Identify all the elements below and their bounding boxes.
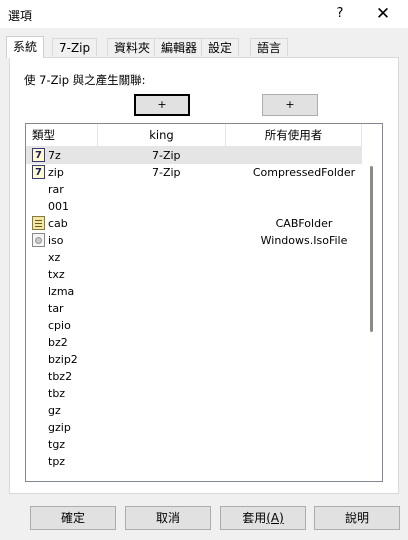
tab-language[interactable]: 語言 — [250, 38, 289, 56]
tab-folders[interactable]: 資料夾 — [107, 38, 158, 56]
7zip-archive-icon — [32, 147, 45, 164]
help-button[interactable]: 說明 — [314, 506, 400, 530]
7zip-archive-icon — [32, 164, 45, 181]
row-type: iso — [48, 234, 64, 247]
tab-settings[interactable]: 設定 — [201, 38, 240, 56]
list-row[interactable]: zip 7-Zip CompressedFolder — [26, 164, 363, 181]
list-row[interactable]: gz — [26, 402, 363, 419]
list-row[interactable]: lzma — [26, 283, 363, 300]
row-type: bz2 — [48, 336, 68, 349]
close-icon[interactable]: ✕ — [372, 4, 394, 24]
title-bar: 選項 ? ✕ — [0, 0, 408, 29]
list-row[interactable]: 001 — [26, 198, 363, 215]
row-type: bzip2 — [48, 353, 78, 366]
row-type: xz — [48, 251, 61, 264]
row-type: cab — [48, 217, 68, 230]
row-all-users: CompressedFolder — [252, 166, 356, 179]
list-row[interactable]: 7z 7-Zip — [26, 147, 363, 164]
row-type: gz — [48, 404, 61, 417]
row-type: cpio — [48, 319, 71, 332]
scrollbar-thumb[interactable] — [370, 166, 373, 332]
row-type: lzma — [48, 285, 75, 298]
associate-all-users-button[interactable]: + — [262, 94, 318, 116]
list-row[interactable]: tbz — [26, 385, 363, 402]
row-all-users: Windows.IsoFile — [260, 234, 348, 247]
column-header-type[interactable]: 類型 — [26, 124, 98, 146]
associate-current-user-button[interactable]: + — [134, 94, 190, 116]
row-type: zip — [48, 166, 64, 179]
row-type: 001 — [48, 200, 69, 213]
list-row[interactable]: iso Windows.IsoFile — [26, 232, 363, 249]
list-row[interactable]: tbz2 — [26, 368, 363, 385]
list-row[interactable]: cpio — [26, 317, 363, 334]
row-type: tgz — [48, 438, 66, 451]
list-row[interactable]: tpz — [26, 453, 363, 470]
ok-button[interactable]: 確定 — [30, 506, 116, 530]
list-row[interactable]: bz2 — [26, 334, 363, 351]
list-row[interactable]: gzip — [26, 419, 363, 436]
file-association-list[interactable]: 類型 king 所有使用者 7z 7-Zip zip 7-Zip Compres… — [25, 123, 383, 482]
apply-button[interactable]: 套用(A) — [220, 506, 306, 530]
help-icon[interactable]: ? — [330, 4, 350, 24]
list-row[interactable]: cab CABFolder — [26, 215, 363, 232]
cancel-button[interactable]: 取消 — [125, 506, 211, 530]
list-row[interactable]: xz — [26, 249, 363, 266]
vertical-scrollbar[interactable] — [362, 146, 382, 481]
list-row[interactable]: bzip2 — [26, 351, 363, 368]
list-header: 類型 king 所有使用者 — [26, 124, 382, 147]
row-king: 7-Zip — [152, 149, 181, 162]
row-all-users: CABFolder — [275, 217, 333, 230]
row-type: tbz2 — [48, 370, 73, 383]
list-row[interactable]: txz — [26, 266, 363, 283]
window-title: 選項 — [8, 9, 33, 23]
tab-7zip[interactable]: 7-Zip — [52, 38, 98, 56]
row-type: txz — [48, 268, 65, 281]
system-panel: 使 7-Zip 與之產生關聯: + + 類型 king 所有使用者 7z 7-Z… — [9, 57, 399, 494]
associate-label: 使 7-Zip 與之產生關聯: — [24, 73, 146, 87]
list-row[interactable]: tar — [26, 300, 363, 317]
apply-label: 套用 — [242, 511, 267, 525]
tab-system[interactable]: 系統 — [6, 36, 45, 58]
row-type: tar — [48, 302, 64, 315]
cabinet-file-icon — [32, 216, 45, 230]
list-row[interactable]: rar — [26, 181, 363, 198]
column-header-king[interactable]: king — [98, 124, 226, 146]
disc-image-icon — [32, 233, 45, 247]
row-type: gzip — [48, 421, 71, 434]
row-type: rar — [48, 183, 64, 196]
apply-accelerator: (A) — [266, 511, 284, 525]
row-type: tpz — [48, 455, 66, 468]
tab-editor[interactable]: 編輯器 — [154, 38, 205, 56]
column-header-all-users[interactable]: 所有使用者 — [226, 124, 362, 146]
list-row[interactable]: tgz — [26, 436, 363, 453]
row-type: 7z — [48, 149, 61, 162]
list-rows: 7z 7-Zip zip 7-Zip CompressedFolder rar … — [26, 147, 363, 470]
row-type: tbz — [48, 387, 66, 400]
row-king: 7-Zip — [152, 166, 181, 179]
